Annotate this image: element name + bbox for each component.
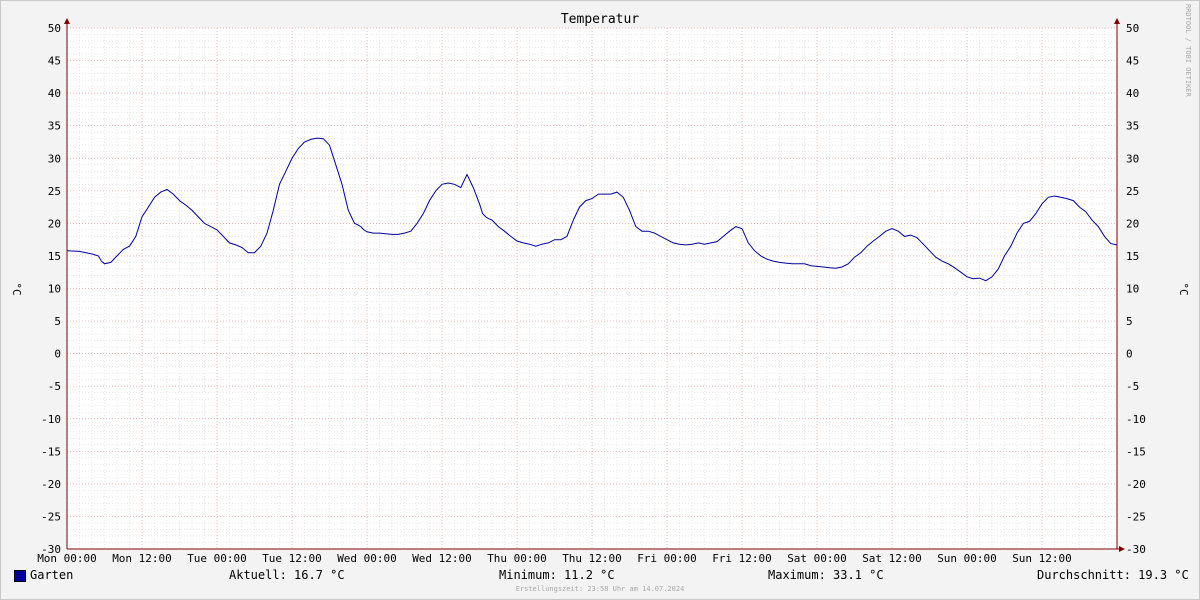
y-tick-label-left: -15 bbox=[41, 445, 61, 458]
y-axis-label-right: °C bbox=[1177, 282, 1190, 295]
temperature-chart: Temperatur °C °C RRDTOOL / TOBI OETIKER … bbox=[10, 4, 1192, 565]
x-tick-label: Sun 00:00 bbox=[937, 552, 997, 565]
y-tick-label-left: 10 bbox=[48, 283, 61, 296]
y-tick-label-right: -5 bbox=[1126, 380, 1139, 393]
y-tick-label-right: 0 bbox=[1126, 348, 1133, 361]
y-tick-label-right: -25 bbox=[1126, 510, 1146, 523]
legend-swatch bbox=[14, 570, 26, 582]
x-tick-label: Wed 00:00 bbox=[337, 552, 397, 565]
x-tick-label: Tue 00:00 bbox=[187, 552, 247, 565]
x-tick-label: Mon 00:00 bbox=[37, 552, 97, 565]
x-tick-label: Thu 12:00 bbox=[562, 552, 622, 565]
y-tick-label-left: 0 bbox=[54, 348, 61, 361]
y-tick-label-right: -20 bbox=[1126, 478, 1146, 491]
x-tick-label: Mon 12:00 bbox=[112, 552, 172, 565]
legend-minimum: Minimum: 11.2 °C bbox=[499, 568, 615, 582]
y-tick-label-right: 10 bbox=[1126, 283, 1139, 296]
watermark: RRDTOOL / TOBI OETIKER bbox=[1184, 4, 1192, 98]
y-tick-label-left: -10 bbox=[41, 413, 61, 426]
y-axis-arrow-right bbox=[1114, 18, 1120, 24]
y-tick-label-left: 40 bbox=[48, 87, 61, 100]
legend-maximum: Maximum: 33.1 °C bbox=[768, 568, 884, 582]
footer-timestamp: Erstellungszeit: 23:58 Uhr am 14.07.2024 bbox=[515, 585, 685, 593]
x-tick-label: Tue 12:00 bbox=[262, 552, 322, 565]
y-tick-label-right: 50 bbox=[1126, 22, 1139, 35]
y-tick-label-right: 45 bbox=[1126, 55, 1139, 68]
y-tick-label-left: 5 bbox=[54, 315, 61, 328]
y-tick-label-right: -30 bbox=[1126, 543, 1146, 556]
y-axis-arrow-left bbox=[64, 18, 70, 24]
chart-title: Temperatur bbox=[561, 12, 639, 27]
y-tick-label-right: 25 bbox=[1126, 185, 1139, 198]
y-tick-label-left: 45 bbox=[48, 55, 61, 68]
y-tick-label-left: 15 bbox=[48, 250, 61, 263]
legend-series-label: Garten bbox=[30, 568, 74, 582]
y-tick-label-right: -10 bbox=[1126, 413, 1146, 426]
y-tick-label-left: 30 bbox=[48, 152, 61, 165]
y-tick-label-left: 50 bbox=[48, 22, 61, 35]
x-tick-label: Fri 00:00 bbox=[637, 552, 697, 565]
y-tick-label-right: 35 bbox=[1126, 120, 1139, 133]
x-tick-label: Sat 00:00 bbox=[787, 552, 847, 565]
x-tick-label: Wed 12:00 bbox=[412, 552, 472, 565]
y-tick-label-right: 15 bbox=[1126, 250, 1139, 263]
x-tick-label: Sun 12:00 bbox=[1012, 552, 1072, 565]
y-tick-label-right: 5 bbox=[1126, 315, 1133, 328]
y-tick-label-left: -25 bbox=[41, 510, 61, 523]
y-tick-label-right: 40 bbox=[1126, 87, 1139, 100]
legend-current: Aktuell: 16.7 °C bbox=[229, 568, 345, 582]
y-tick-label-left: 25 bbox=[48, 185, 61, 198]
legend-average: Durchschnitt: 19.3 °C bbox=[1037, 568, 1189, 582]
x-tick-label: Thu 00:00 bbox=[487, 552, 547, 565]
grid bbox=[66, 27, 1118, 550]
y-tick-label-left: 20 bbox=[48, 217, 61, 230]
y-tick-label-left: 35 bbox=[48, 120, 61, 133]
y-tick-label-right: 20 bbox=[1126, 217, 1139, 230]
x-axis-arrow bbox=[1119, 546, 1125, 552]
y-tick-label-left: -20 bbox=[41, 478, 61, 491]
y-tick-label-right: -15 bbox=[1126, 445, 1146, 458]
x-tick-label: Fri 12:00 bbox=[712, 552, 772, 565]
y-tick-label-left: -5 bbox=[48, 380, 61, 393]
y-axis-label-left: °C bbox=[10, 282, 23, 295]
y-tick-label-right: 30 bbox=[1126, 152, 1139, 165]
x-tick-label: Sat 12:00 bbox=[862, 552, 922, 565]
